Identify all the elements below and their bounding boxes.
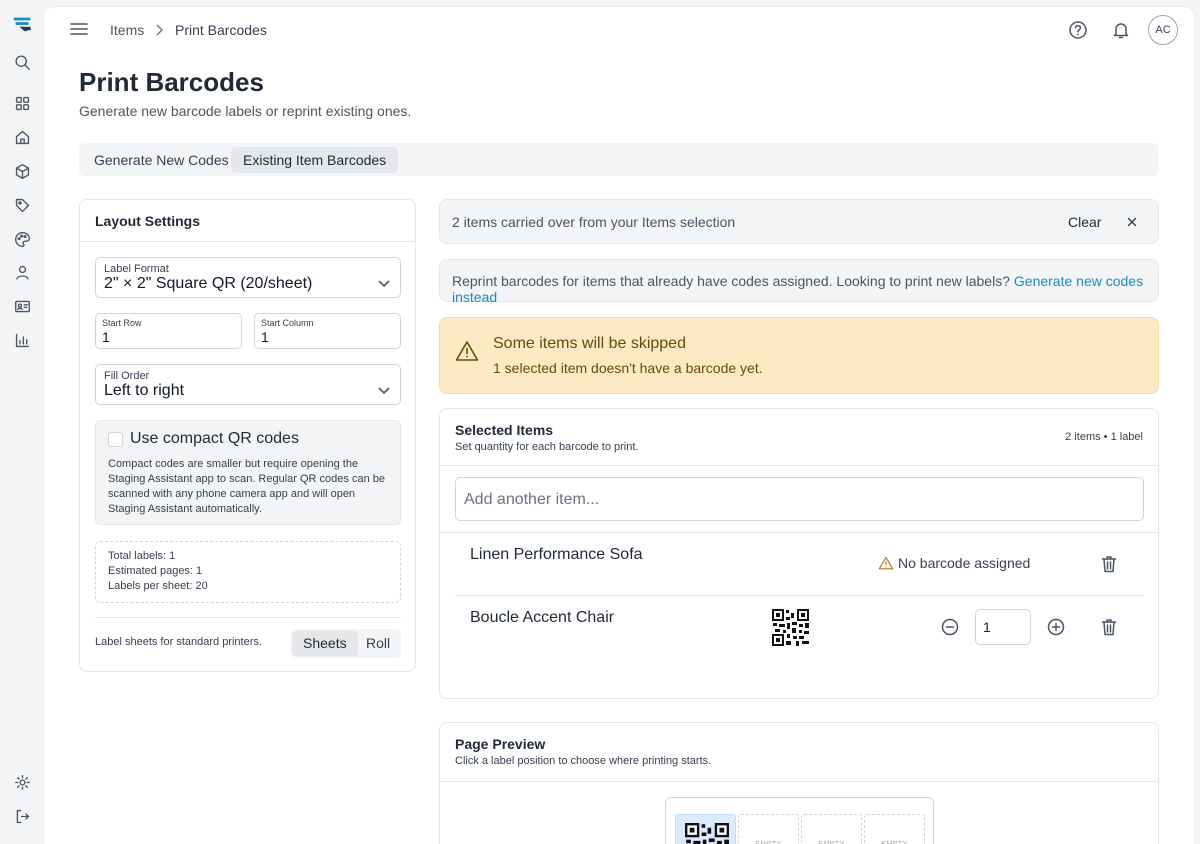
settings-gear-icon[interactable]: [12, 772, 32, 792]
label-format-value: 2" × 2" Square QR (20/sheet): [104, 275, 313, 292]
skipped-items-warning: Some items will be skipped 1 selected it…: [439, 317, 1159, 394]
label-format-select[interactable]: Label Format 2" × 2" Square QR (20/sheet…: [95, 257, 401, 298]
tag-icon[interactable]: [12, 195, 32, 215]
label-position-4[interactable]: EMPTY: [864, 814, 925, 844]
page-title: Print Barcodes: [79, 67, 264, 97]
warning-message: 1 selected item doesn't have a barcode y…: [493, 360, 763, 376]
label-position-2[interactable]: EMPTY: [738, 814, 799, 844]
quantity-input[interactable]: 1: [975, 609, 1031, 645]
notification-bell-icon[interactable]: [1111, 20, 1131, 40]
no-barcode-text: No barcode assigned: [898, 555, 1031, 571]
start-row-label: Start Row: [102, 318, 142, 328]
selected-items-count: 2 items • 1 label: [1065, 431, 1143, 443]
media-sheets-option[interactable]: Sheets: [292, 631, 358, 656]
chevron-right-icon: [154, 23, 164, 36]
preview-sheet: EMPTY EMPTY EMPTY: [665, 797, 934, 844]
media-type-toggle: Sheets Roll: [291, 629, 401, 658]
no-barcode-status: No barcode assigned: [878, 555, 1030, 571]
chevron-down-icon: [378, 387, 390, 395]
chevron-down-icon: [378, 280, 390, 288]
divider: [455, 595, 1144, 596]
reprint-info-message: Reprint barcodes for items that already …: [452, 273, 1010, 289]
label-position-3[interactable]: EMPTY: [801, 814, 862, 844]
dashboard-icon[interactable]: [12, 93, 32, 113]
carried-over-text: 2 items carried over from your Items sel…: [452, 214, 736, 230]
app-logo-icon[interactable]: [11, 12, 35, 36]
hamburger-menu-icon[interactable]: [70, 21, 88, 37]
plus-circle-icon[interactable]: [1046, 617, 1066, 637]
breadcrumb-items-link[interactable]: Items: [110, 22, 144, 38]
qr-code-icon: [772, 609, 809, 646]
sheet-note: Label sheets for standard printers.: [95, 636, 262, 648]
mode-tabs: Generate New Codes Existing Item Barcode…: [79, 143, 1159, 176]
tab-generate-new-codes[interactable]: Generate New Codes: [82, 147, 241, 173]
minus-circle-icon[interactable]: [940, 617, 960, 637]
warning-triangle-icon: [878, 556, 894, 570]
warning-title: Some items will be skipped: [493, 335, 686, 352]
layout-settings-title: Layout Settings: [95, 213, 201, 229]
main-panel: Items Print Barcodes AC Print Barcodes G…: [44, 7, 1194, 844]
compact-qr-description: Compact codes are smaller but require op…: [108, 458, 385, 515]
palette-icon[interactable]: [12, 229, 32, 249]
fill-order-value: Left to right: [104, 382, 185, 399]
warning-triangle-icon: [455, 340, 479, 362]
left-rail: [0, 0, 44, 844]
selected-items-card: Selected Items Set quantity for each bar…: [439, 408, 1159, 699]
user-avatar[interactable]: AC: [1148, 15, 1178, 45]
page-preview-subtitle: Click a label position to choose where p…: [455, 755, 712, 767]
start-column-value: 1: [261, 329, 269, 345]
divider: [440, 781, 1158, 782]
selected-items-subtitle: Set quantity for each barcode to print.: [455, 441, 639, 453]
start-row-input[interactable]: Start Row 1: [95, 313, 242, 349]
estimated-pages: Estimated pages: 1: [108, 565, 203, 577]
compact-qr-label[interactable]: Use compact QR codes: [130, 430, 299, 448]
label-position-1[interactable]: [675, 814, 736, 844]
add-item-input[interactable]: Add another item...: [455, 477, 1144, 521]
user-icon[interactable]: [12, 262, 32, 282]
fill-order-select[interactable]: Fill Order Left to right: [95, 364, 401, 405]
help-icon[interactable]: [1068, 20, 1088, 40]
divider: [440, 532, 1158, 533]
item-name: Boucle Accent Chair: [470, 609, 615, 626]
layout-settings-card: Layout Settings Label Format 2" × 2" Squ…: [79, 199, 416, 672]
home-icon[interactable]: [12, 127, 32, 147]
qr-code-icon: [685, 823, 729, 844]
top-bar: Items Print Barcodes AC: [44, 7, 1194, 53]
reprint-info-text: Reprint barcodes for items that already …: [452, 273, 1158, 305]
divider: [80, 241, 415, 242]
start-column-input[interactable]: Start Column 1: [254, 313, 401, 349]
sign-out-icon[interactable]: [12, 806, 32, 826]
labels-per-sheet: Labels per sheet: 20: [108, 580, 208, 592]
page-preview-title: Page Preview: [455, 736, 546, 752]
page-preview-card: Page Preview Click a label position to c…: [439, 722, 1159, 844]
total-labels: Total labels: 1: [108, 550, 176, 562]
divider: [440, 465, 1158, 466]
tab-existing-item-barcodes[interactable]: Existing Item Barcodes: [231, 147, 399, 173]
id-card-icon[interactable]: [12, 296, 32, 316]
compact-qr-checkbox[interactable]: [108, 432, 123, 447]
breadcrumb-current: Print Barcodes: [175, 22, 267, 38]
label-format-label: Label Format: [104, 263, 169, 275]
reprint-info-banner: Reprint barcodes for items that already …: [439, 259, 1159, 305]
item-name: Linen Performance Sofa: [470, 546, 643, 563]
start-row-value: 1: [102, 329, 110, 345]
totals-summary: Total labels: 1 Estimated pages: 1 Label…: [95, 541, 401, 603]
fill-order-label: Fill Order: [104, 370, 150, 382]
selected-items-title: Selected Items: [455, 422, 554, 438]
divider: [95, 617, 401, 618]
clear-button[interactable]: Clear: [1068, 214, 1101, 230]
search-icon[interactable]: [12, 52, 32, 72]
chart-icon[interactable]: [12, 330, 32, 350]
close-icon[interactable]: [1126, 215, 1138, 227]
carried-over-banner: 2 items carried over from your Items sel…: [439, 199, 1159, 244]
media-roll-option[interactable]: Roll: [355, 631, 401, 656]
trash-icon[interactable]: [1099, 617, 1119, 637]
page-subtitle: Generate new barcode labels or reprint e…: [79, 103, 412, 119]
trash-icon[interactable]: [1099, 554, 1119, 574]
compact-qr-option: Use compact QR codes Compact codes are s…: [95, 420, 401, 525]
box-icon[interactable]: [12, 161, 32, 181]
start-column-label: Start Column: [261, 318, 314, 328]
